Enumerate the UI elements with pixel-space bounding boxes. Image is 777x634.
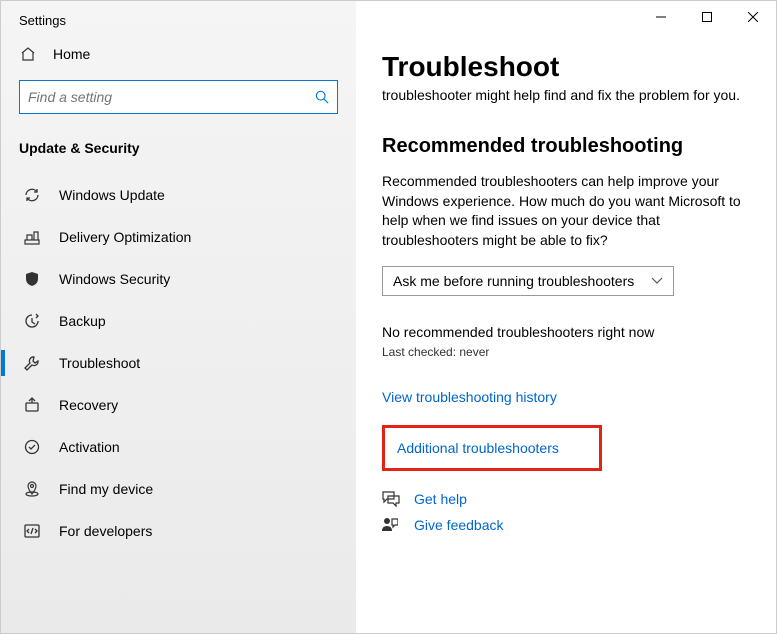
content-area: Troubleshoot troubleshooter might help f… <box>356 33 776 633</box>
sidebar-item-for-developers[interactable]: For developers <box>1 510 356 552</box>
check-icon <box>23 439 41 455</box>
chevron-down-icon <box>651 277 663 285</box>
backup-icon <box>23 313 41 329</box>
sync-icon <box>23 187 41 203</box>
dropdown-value: Ask me before running troubleshooters <box>393 273 634 289</box>
page-title: Troubleshoot <box>382 51 750 83</box>
home-button[interactable]: Home <box>1 36 356 74</box>
feedback-icon <box>382 517 400 533</box>
support-links: Get help Give feedback <box>382 491 750 533</box>
history-link[interactable]: View troubleshooting history <box>382 389 750 405</box>
sidebar-item-label: Troubleshoot <box>59 355 140 371</box>
close-button[interactable] <box>730 1 776 33</box>
main-panel: Troubleshoot troubleshooter might help f… <box>356 1 776 633</box>
home-label: Home <box>53 46 90 62</box>
last-checked: Last checked: never <box>382 345 750 359</box>
wrench-icon <box>23 355 41 371</box>
titlebar <box>356 1 776 33</box>
sidebar-item-label: For developers <box>59 523 152 539</box>
status-text: No recommended troubleshooters right now <box>382 324 750 340</box>
recovery-icon <box>23 397 41 413</box>
sidebar-item-activation[interactable]: Activation <box>1 426 356 468</box>
nav-list: Windows Update Delivery Optimization Windo… <box>1 174 356 552</box>
minimize-button[interactable] <box>638 1 684 33</box>
additional-troubleshooters-link[interactable]: Additional troubleshooters <box>382 425 602 471</box>
sidebar-item-label: Windows Update <box>59 187 165 203</box>
sidebar-item-windows-security[interactable]: Windows Security <box>1 258 356 300</box>
sidebar-item-label: Activation <box>59 439 120 455</box>
section-description: Recommended troubleshooters can help imp… <box>382 172 750 250</box>
get-help-label: Get help <box>414 491 467 507</box>
category-title: Update & Security <box>1 132 356 174</box>
shield-icon <box>23 271 41 287</box>
sidebar-item-delivery-optimization[interactable]: Delivery Optimization <box>1 216 356 258</box>
sidebar-item-recovery[interactable]: Recovery <box>1 384 356 426</box>
sidebar-item-label: Find my device <box>59 481 153 497</box>
sidebar-item-find-my-device[interactable]: Find my device <box>1 468 356 510</box>
give-feedback-label: Give feedback <box>414 517 504 533</box>
search-box[interactable] <box>19 80 338 114</box>
sidebar-item-troubleshoot[interactable]: Troubleshoot <box>1 342 356 384</box>
intro-text: troubleshooter might help find and fix t… <box>382 87 750 103</box>
window-title: Settings <box>1 1 356 36</box>
give-feedback-row[interactable]: Give feedback <box>382 517 750 533</box>
delivery-icon <box>23 229 41 245</box>
get-help-row[interactable]: Get help <box>382 491 750 507</box>
sidebar-item-windows-update[interactable]: Windows Update <box>1 174 356 216</box>
home-icon <box>19 46 37 62</box>
maximize-button[interactable] <box>684 1 730 33</box>
sidebar-item-label: Delivery Optimization <box>59 229 191 245</box>
location-icon <box>23 481 41 497</box>
sidebar-item-label: Backup <box>59 313 106 329</box>
search-icon <box>315 90 329 104</box>
sidebar-item-label: Windows Security <box>59 271 170 287</box>
section-title: Recommended troubleshooting <box>382 135 750 158</box>
sidebar-item-backup[interactable]: Backup <box>1 300 356 342</box>
sidebar: Settings Home Update & Security Windows … <box>1 1 356 633</box>
frequency-dropdown[interactable]: Ask me before running troubleshooters <box>382 266 674 296</box>
chat-icon <box>382 491 400 507</box>
search-input[interactable] <box>28 89 315 105</box>
sidebar-item-label: Recovery <box>59 397 118 413</box>
devs-icon <box>23 523 41 539</box>
